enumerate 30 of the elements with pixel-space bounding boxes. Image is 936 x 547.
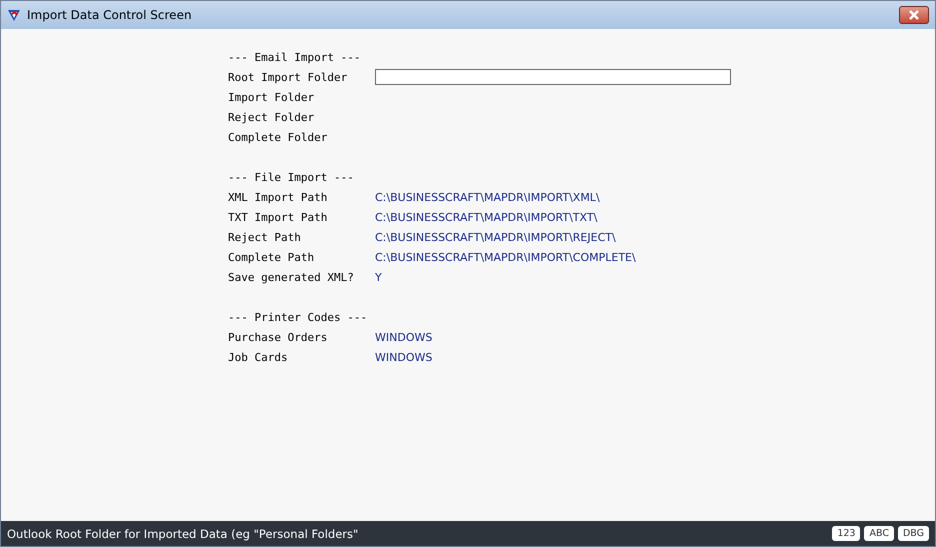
window-title: Import Data Control Screen — [27, 8, 192, 22]
field-value: C:\BUSINESSCRAFT\MAPDR\IMPORT\REJECT\ — [375, 230, 616, 244]
mode-indicator: DBG — [898, 526, 929, 541]
field-value: Y — [375, 270, 382, 284]
field-label: Reject Folder — [228, 110, 316, 124]
field-value: WINDOWS — [375, 350, 432, 364]
field-value: WINDOWS — [375, 330, 432, 344]
field-label: Job Cards — [228, 350, 289, 364]
field-value: C:\BUSINESSCRAFT\MAPDR\IMPORT\TXT\ — [375, 210, 598, 224]
close-button[interactable] — [899, 6, 929, 24]
mode-indicator: ABC — [864, 526, 894, 541]
field-label: Reject Path — [228, 230, 302, 244]
field-label: Complete Folder — [228, 130, 328, 144]
close-icon — [908, 10, 920, 20]
section-heading: --- Email Import --- — [228, 50, 360, 64]
status-message: Outlook Root Folder for Imported Data (eg "Personal Folders" — [7, 526, 358, 540]
logo-icon — [7, 8, 21, 22]
field-label: Import Folder — [228, 90, 316, 104]
section-heading: --- File Import --- — [228, 170, 354, 184]
input-field[interactable] — [375, 69, 731, 85]
field-label: XML Import Path — [228, 190, 328, 204]
field-value: C:\BUSINESSCRAFT\MAPDR\IMPORT\COMPLETE\ — [375, 250, 636, 264]
field-value: C:\BUSINESSCRAFT\MAPDR\IMPORT\XML\ — [375, 190, 600, 204]
field-label: Save generated XML? — [228, 270, 355, 284]
field-label: Root Import Folder — [228, 70, 348, 84]
mode-indicator: 123 — [832, 526, 860, 541]
field-label: TXT Import Path — [228, 210, 328, 224]
field-label: Purchase Orders — [228, 330, 328, 344]
section-heading: --- Printer Codes --- — [228, 310, 368, 324]
field-label: Complete Path — [228, 250, 316, 264]
